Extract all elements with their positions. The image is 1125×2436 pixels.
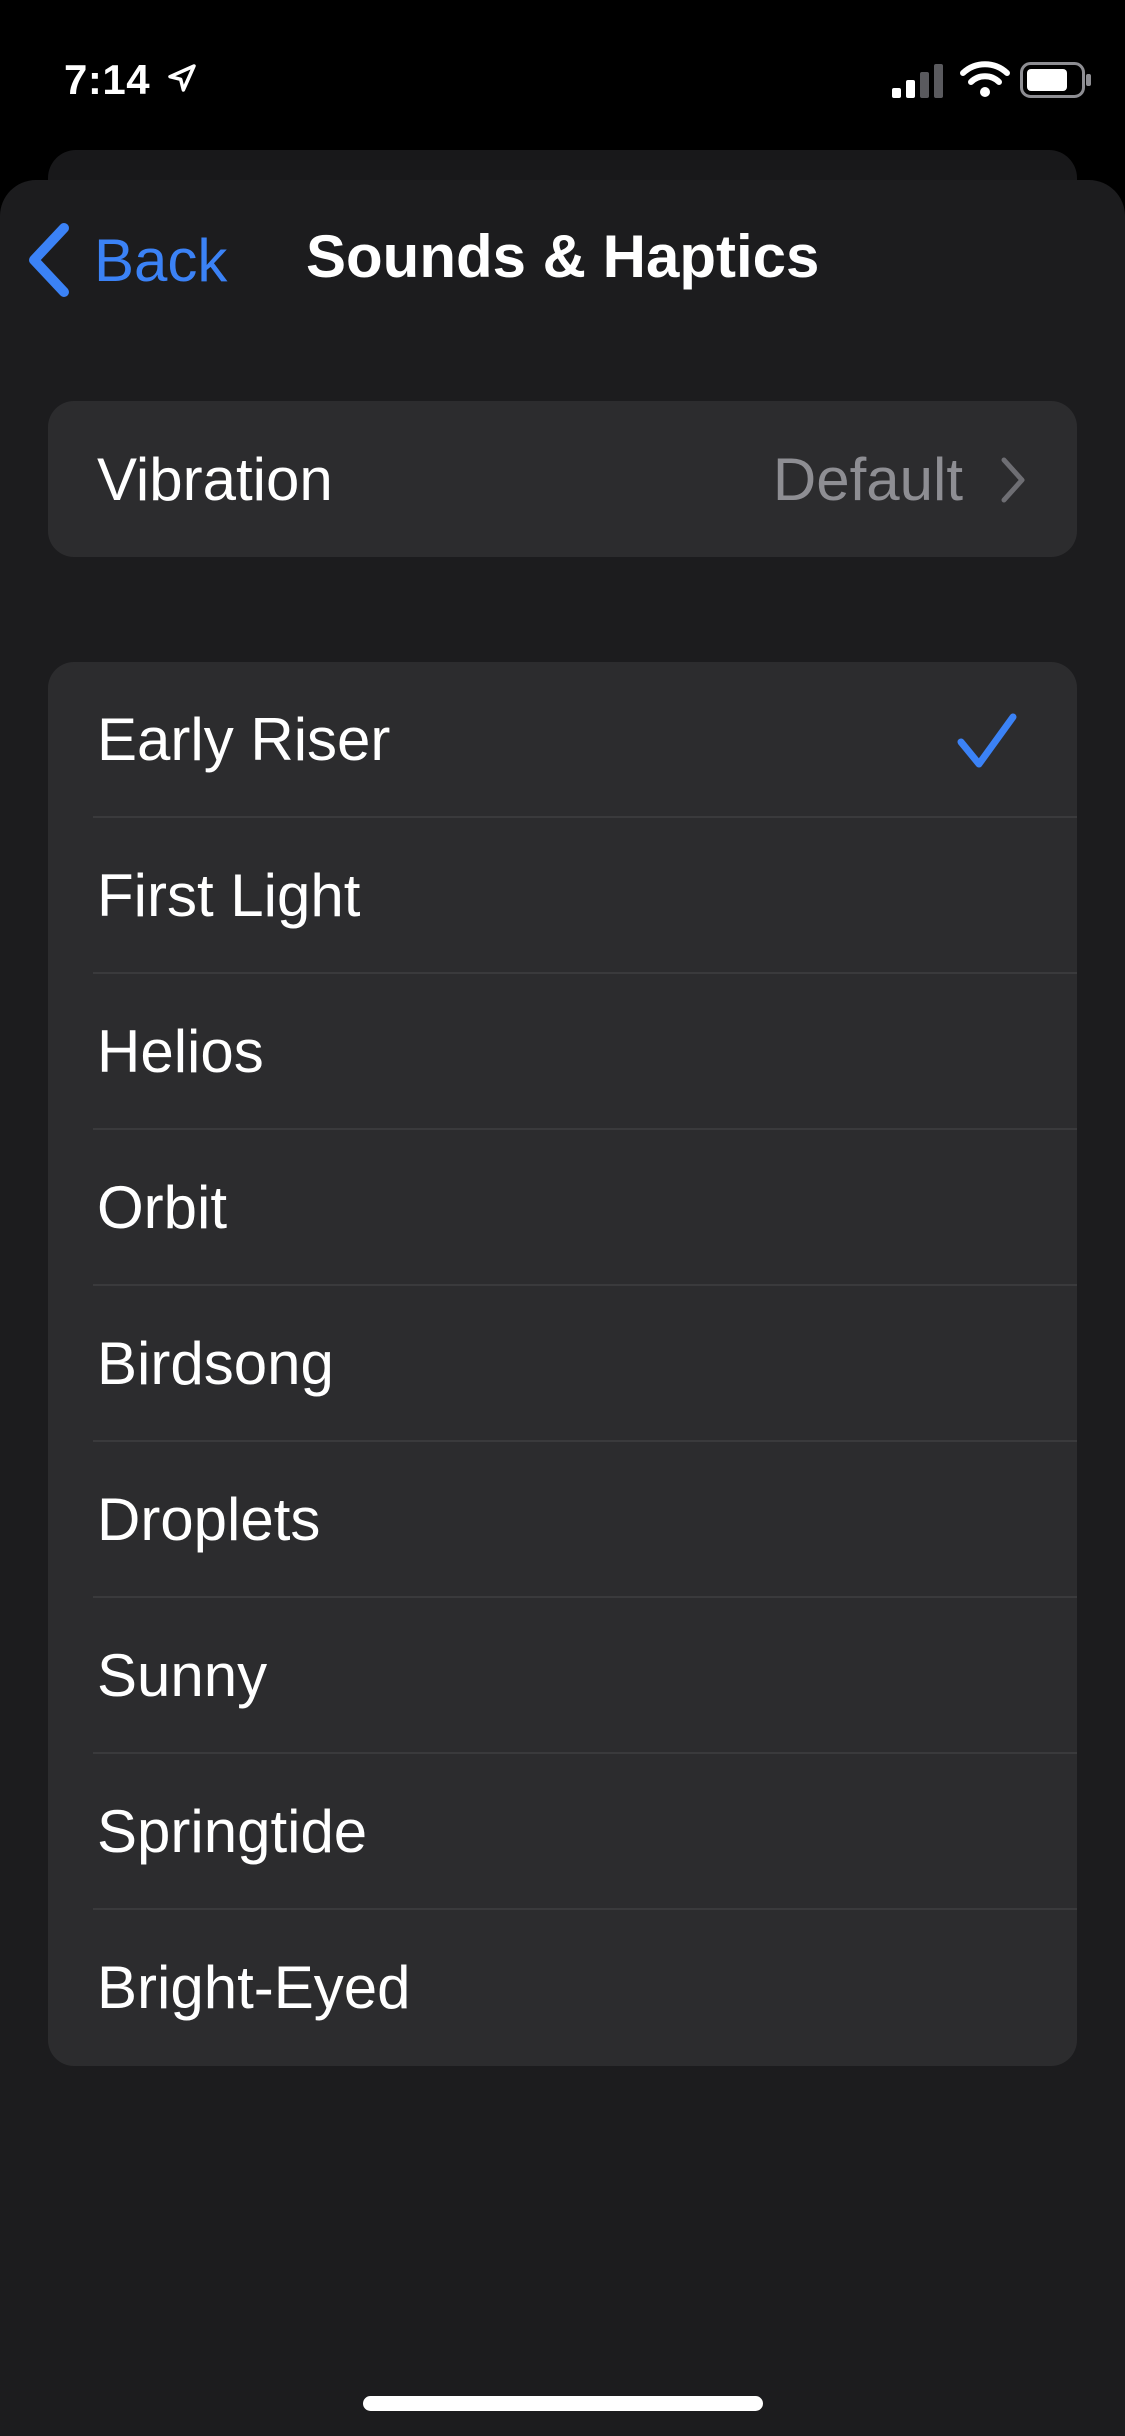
tone-row-first-light[interactable]: First Light (48, 818, 1077, 974)
tone-label: Birdsong (97, 1330, 334, 1397)
tone-row-bright-eyed[interactable]: Bright-Eyed (48, 1910, 1077, 2066)
tone-label: Early Riser (97, 706, 391, 773)
wifi-icon (960, 61, 1010, 97)
location-arrow-icon (168, 64, 196, 92)
vibration-row[interactable]: Vibration Default (48, 401, 1077, 557)
tones-list: Early Riser First Light Helios Orbit Bir… (48, 662, 1077, 2066)
home-indicator[interactable] (363, 2396, 763, 2411)
tone-label: Orbit (97, 1174, 228, 1241)
tone-label: First Light (97, 862, 361, 929)
tone-row-springtide[interactable]: Springtide (48, 1754, 1077, 1910)
tone-row-early-riser[interactable]: Early Riser (48, 662, 1077, 818)
chevron-left-icon (29, 223, 69, 297)
tone-label: Bright-Eyed (97, 1954, 411, 2021)
tone-label: Helios (97, 1018, 264, 1085)
chevron-right-icon (1001, 457, 1025, 503)
tone-row-helios[interactable]: Helios (48, 974, 1077, 1130)
tone-row-birdsong[interactable]: Birdsong (48, 1286, 1077, 1442)
back-label: Back (94, 226, 228, 294)
status-time: 7:14 (64, 56, 151, 103)
cellular-signal-icon (892, 64, 943, 98)
vibration-card: Vibration Default (48, 401, 1077, 557)
status-bar: 7:14 (0, 0, 1125, 150)
tone-label: Sunny (97, 1642, 268, 1709)
tone-row-orbit[interactable]: Orbit (48, 1130, 1077, 1286)
checkmark-icon (957, 713, 1017, 768)
vibration-label: Vibration (97, 445, 333, 513)
tone-row-sunny[interactable]: Sunny (48, 1598, 1077, 1754)
tone-label: Droplets (97, 1486, 321, 1553)
page-title: Sounds & Haptics (306, 223, 820, 290)
tone-label: Springtide (97, 1798, 368, 1865)
vibration-value: Default (772, 445, 963, 513)
back-button[interactable]: Back (24, 218, 227, 302)
battery-icon (1020, 62, 1091, 98)
tone-row-droplets[interactable]: Droplets (48, 1442, 1077, 1598)
